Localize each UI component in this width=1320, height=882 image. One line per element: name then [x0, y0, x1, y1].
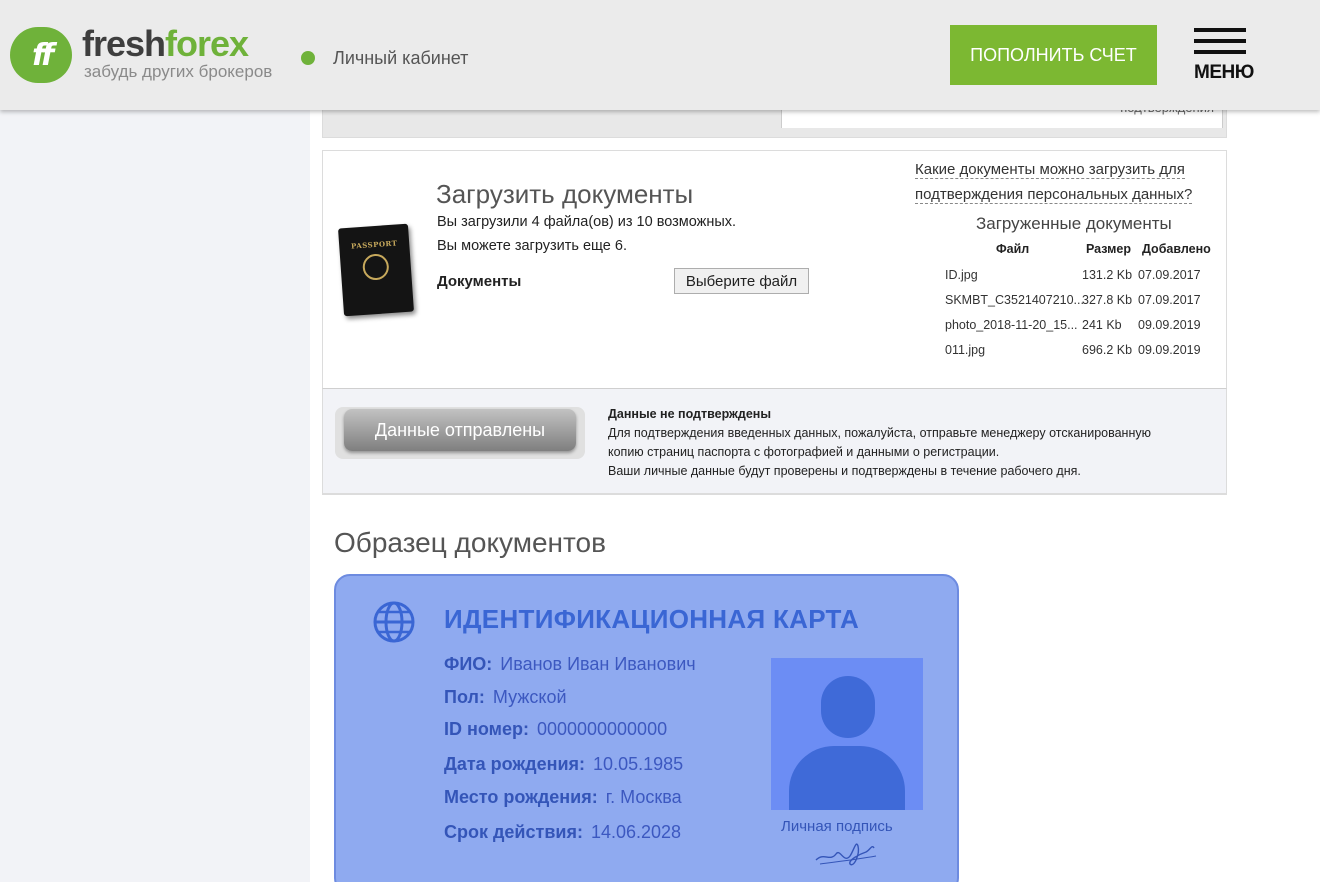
sample-documents-title: Образец документов: [334, 527, 606, 558]
id-card-photo: [771, 658, 923, 810]
column-header-date: Добавлено: [1142, 242, 1211, 256]
field-label: ID номер:: [444, 719, 529, 739]
id-card-field-birthplace: Место рождения: г. Москва: [444, 787, 682, 808]
sample-id-card: ИДЕНТИФИКАЦИОННАЯ КАРТА ФИО: Иванов Иван …: [334, 574, 959, 882]
file-date: 07.09.2017: [1138, 268, 1201, 282]
signature-icon: [815, 843, 877, 866]
file-name[interactable]: 011.jpg: [945, 343, 985, 357]
which-documents-link[interactable]: Какие документы можно загрузить для подт…: [915, 157, 1215, 207]
choose-file-button[interactable]: Выберите файл: [674, 268, 809, 294]
hamburger-icon: [1194, 28, 1246, 32]
globe-icon: [373, 601, 415, 643]
data-sent-button[interactable]: Данные отправлены: [344, 409, 576, 451]
id-card-field-id: ID номер: 0000000000000: [444, 719, 667, 740]
field-label: Дата рождения:: [444, 754, 586, 774]
user-avatar-icon: [821, 676, 875, 738]
file-size: 696.2 Kb: [1082, 343, 1133, 357]
uploaded-count-text: Вы загрузили 4 файла(ов) из 10 возможных…: [437, 214, 737, 230]
file-size: 241 Kb: [1082, 318, 1122, 332]
file-size: 327.8 Kb: [1082, 293, 1133, 307]
column-header-size: Размер: [1086, 242, 1132, 256]
field-value: 10.05.1985: [593, 754, 684, 774]
verification-status-panel: Данные отправлены Данные не подтверждены…: [322, 388, 1227, 494]
id-card-field-gender: Пол: Мужской: [444, 687, 567, 708]
uploaded-documents-title: Загруженные документы: [976, 214, 1172, 233]
previous-section-panel: подтверждения: [781, 100, 1223, 128]
field-value: г. Москва: [605, 787, 682, 807]
logo-tagline: забудь других брокеров: [84, 62, 273, 81]
file-name[interactable]: SKMBT_C3521407210...: [945, 293, 1084, 307]
previous-section: подтверждения: [322, 100, 1227, 138]
id-card-field-expiry: Срок действия: 14.06.2028: [444, 822, 681, 843]
passport-icon: PASSPORT: [338, 223, 414, 317]
hamburger-icon-bar: [1194, 39, 1246, 43]
id-card-field-name: ФИО: Иванов Иван Иванович: [444, 654, 696, 675]
documents-label: Документы: [437, 273, 522, 290]
hamburger-icon-bar: [1194, 50, 1246, 54]
field-label: Место рождения:: [444, 787, 598, 807]
field-value: 14.06.2028: [590, 822, 682, 842]
online-status-icon: [301, 51, 315, 65]
file-date: 07.09.2017: [1138, 293, 1201, 307]
file-date: 09.09.2019: [1138, 343, 1201, 357]
status-text-line: Ваши личные данные будут проверены и под…: [608, 464, 1081, 478]
menu-label: МЕНЮ: [1194, 62, 1254, 83]
field-label: Срок действия:: [444, 822, 583, 842]
id-card-title: ИДЕНТИФИКАЦИОННАЯ КАРТА: [444, 604, 860, 634]
site-header: ff freshforex забудь других брокеров Лич…: [0, 0, 1320, 110]
user-avatar-body: [789, 746, 905, 810]
logo-wordmark[interactable]: freshforex: [82, 23, 249, 64]
upload-title: Загрузить документы: [436, 179, 694, 209]
left-sidebar-area: [0, 110, 310, 882]
id-card-field-birthdate: Дата рождения: 10.05.1985: [444, 754, 683, 775]
signature-label: Личная подпись: [781, 818, 893, 835]
field-value: Иванов Иван Иванович: [500, 654, 696, 674]
file-size: 131.2 Kb: [1082, 268, 1133, 282]
passport-text: PASSPORT: [350, 238, 398, 251]
logo-word-forex: forex: [165, 23, 249, 64]
column-header-file: Файл: [996, 242, 1030, 256]
remaining-count-text: Вы можете загрузить еще 6.: [437, 238, 627, 254]
field-label: ФИО:: [444, 654, 493, 674]
logo-word-fresh: fresh: [82, 23, 166, 64]
file-date: 09.09.2019: [1138, 318, 1201, 332]
field-value: 0000000000000: [536, 719, 668, 739]
status-text-line: Для подтверждения введенных данных, пожа…: [608, 426, 1151, 440]
field-label: Пол:: [444, 687, 485, 707]
cabinet-link[interactable]: Личный кабинет: [333, 48, 468, 69]
topup-account-button[interactable]: ПОПОЛНИТЬ СЧЕТ: [950, 25, 1157, 85]
menu-button[interactable]: МЕНЮ: [1194, 28, 1254, 84]
status-title: Данные не подтверждены: [608, 407, 772, 421]
which-documents-link-text[interactable]: Какие документы можно загрузить для подт…: [915, 161, 1193, 204]
file-name[interactable]: ID.jpg: [945, 268, 978, 282]
field-value: Мужской: [492, 687, 567, 707]
status-text-line: копию страниц паспорта с фотографией и д…: [608, 445, 1000, 459]
data-sent-button-frame: Данные отправлены: [335, 407, 585, 459]
passport-seal-icon: [361, 253, 390, 281]
file-name[interactable]: photo_2018-11-20_15...: [945, 318, 1078, 332]
logo-icon[interactable]: ff: [10, 27, 72, 83]
